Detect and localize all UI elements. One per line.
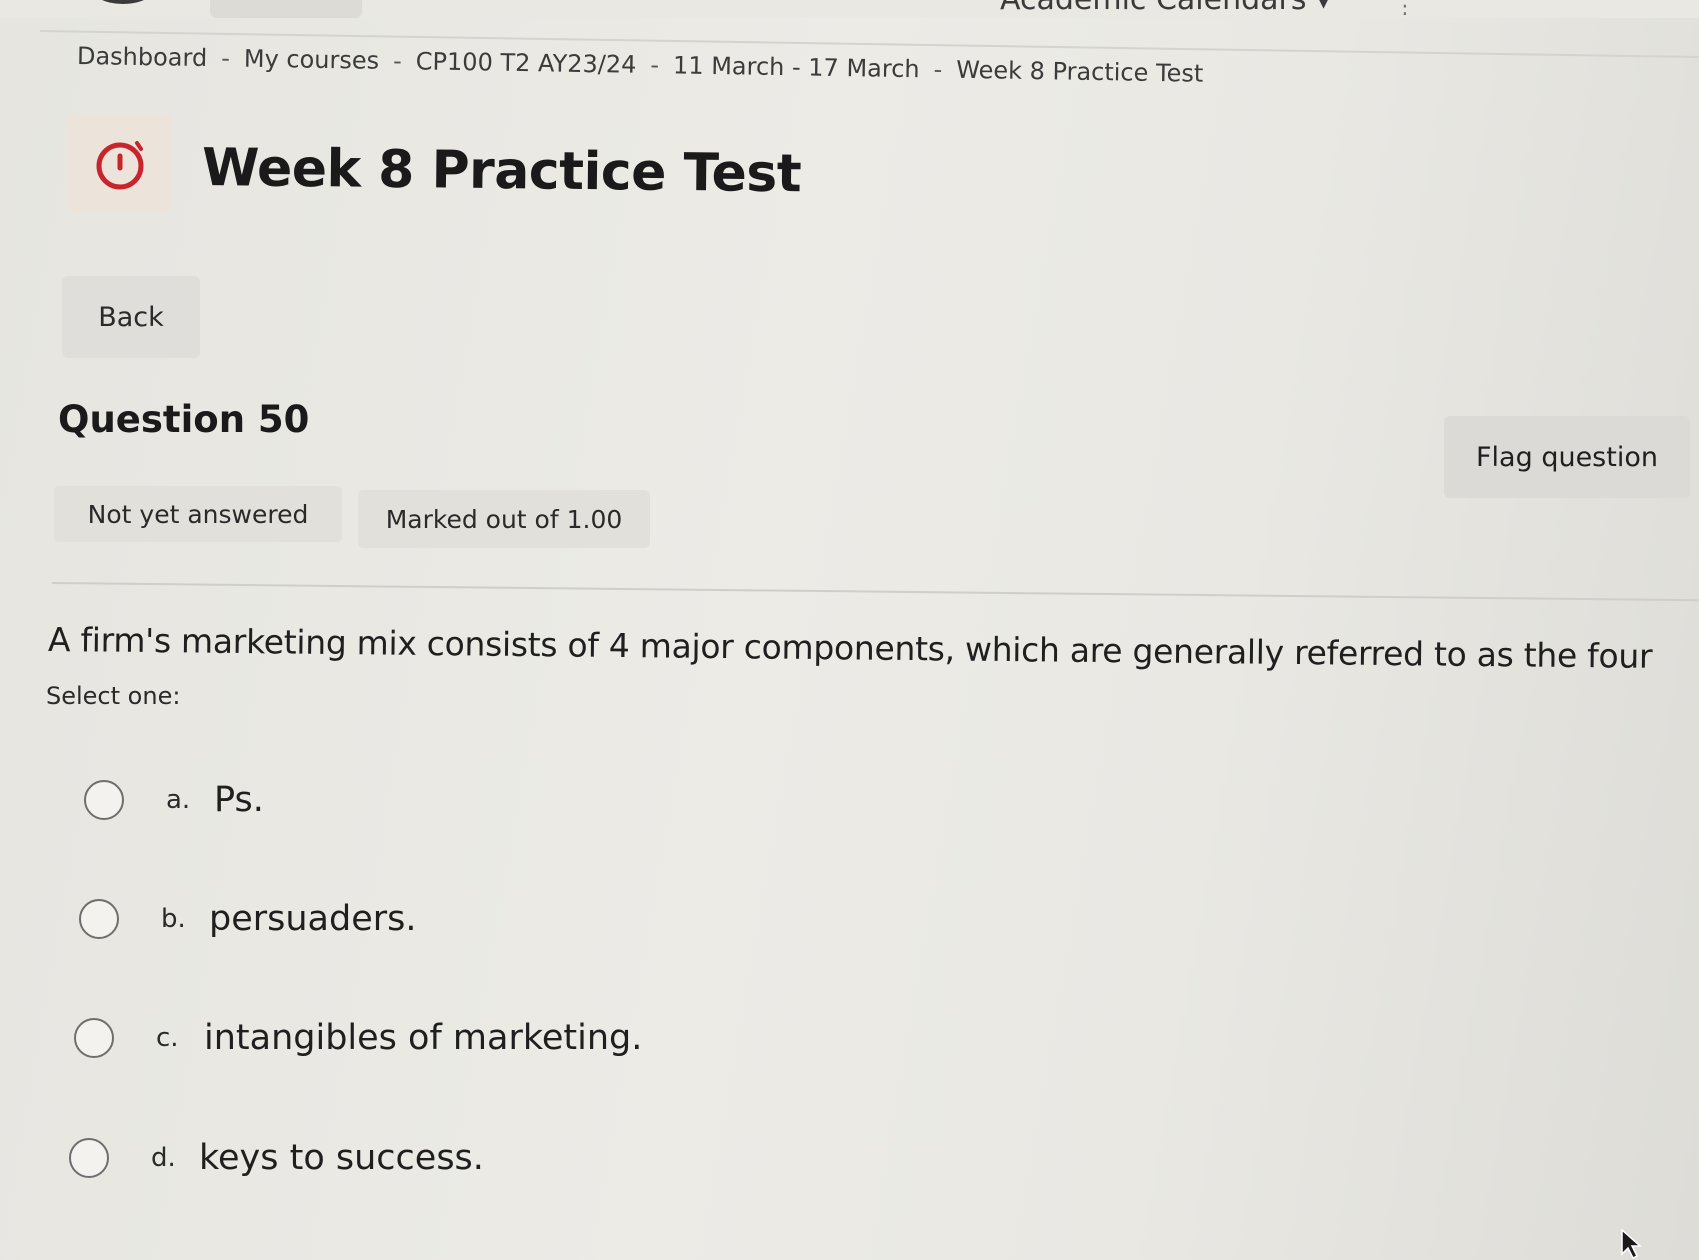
stopwatch-icon — [96, 141, 144, 190]
select-one-label: Select one: — [46, 682, 181, 710]
option-text[interactable]: intangibles of marketing. — [204, 1018, 642, 1058]
radio-button[interactable] — [79, 899, 119, 939]
question-title: Question 50 — [58, 398, 310, 441]
breadcrumb-separator: - — [392, 46, 403, 76]
option-b[interactable]: b. persuaders. — [79, 899, 417, 939]
question-text: A firm's marketing mix consists of 4 maj… — [47, 620, 1653, 676]
option-letter: d. — [151, 1143, 176, 1173]
breadcrumb-separator: - — [220, 44, 231, 73]
radio-button[interactable] — [74, 1018, 114, 1058]
radio-button[interactable] — [84, 780, 124, 820]
breadcrumb-separator: - — [650, 51, 660, 80]
breadcrumb-dashboard[interactable]: Dashboard — [77, 42, 208, 72]
breadcrumb: Dashboard - My courses - CP100 T2 AY23/24-11… — [77, 42, 1204, 88]
option-text[interactable]: persuaders. — [209, 899, 417, 939]
option-letter: b. — [161, 904, 186, 934]
flag-question-button[interactable]: Flag question — [1444, 416, 1690, 498]
option-c[interactable]: c. intangibles of marketing. — [74, 1018, 642, 1058]
radio-button[interactable] — [69, 1138, 109, 1178]
top-nav-pill[interactable] — [210, 0, 362, 18]
academic-calendars-menu[interactable]: Academic Calendars ▾ — [1000, 0, 1331, 17]
option-letter: c. — [156, 1023, 179, 1053]
option-letter: a. — [166, 785, 191, 815]
breadcrumb-separator: - — [933, 55, 943, 84]
back-button[interactable]: Back — [62, 276, 200, 358]
breadcrumb-current[interactable]: Week 8 Practice Test — [956, 56, 1203, 88]
status-badge: Not yet answered — [54, 486, 342, 542]
activity-icon-box — [68, 114, 172, 212]
mouse-pointer-icon — [1621, 1228, 1642, 1260]
option-d[interactable]: d. keys to success. — [69, 1138, 484, 1178]
option-a[interactable]: a. Ps. — [84, 780, 264, 820]
option-text[interactable]: Ps. — [214, 780, 264, 820]
page-title: Week 8 Practice Test — [201, 138, 802, 205]
breadcrumb-course[interactable]: CP100 T2 AY23/24 — [416, 47, 637, 78]
breadcrumb-my-courses[interactable]: My courses — [244, 45, 380, 75]
question-divider — [51, 582, 1699, 602]
option-text[interactable]: keys to success. — [199, 1138, 484, 1178]
marks-badge: Marked out of 1.00 — [358, 490, 650, 548]
kebab-menu-icon[interactable]: ⋮ — [1394, 0, 1416, 19]
breadcrumb-week[interactable]: 11 March - 17 March — [673, 51, 920, 83]
